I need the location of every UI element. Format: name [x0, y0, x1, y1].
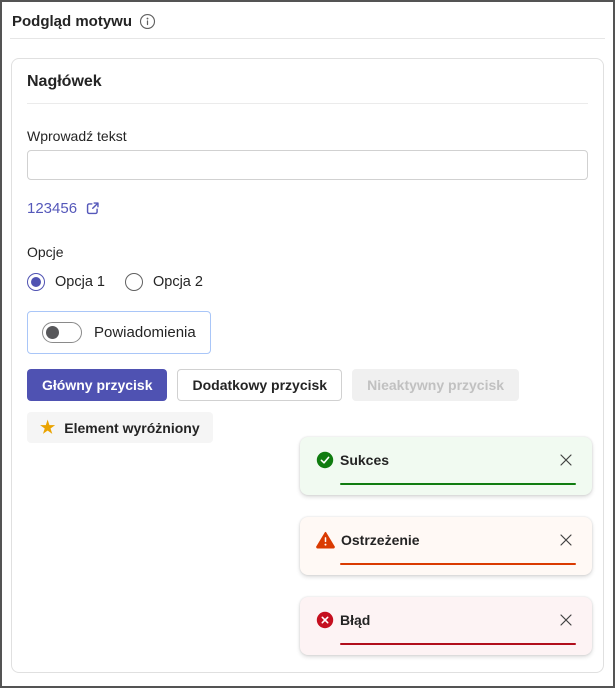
options-label: Opcje — [27, 244, 64, 260]
radio-input-selected[interactable] — [27, 273, 45, 291]
featured-label: Element wyróżniony — [64, 419, 200, 436]
button-row: Główny przycisk Dodatkowy przycisk Nieak… — [27, 369, 588, 401]
toast-warning: Ostrzeżenie — [300, 517, 592, 575]
text-input[interactable] — [27, 150, 588, 180]
radio-input-unselected[interactable] — [124, 273, 143, 291]
link-label: 123456 — [27, 200, 78, 217]
item-link[interactable]: 123456 — [27, 200, 101, 217]
radio-dot — [31, 277, 41, 287]
warning-icon — [316, 531, 335, 549]
toast-stack: Sukces Ostrzeżenie Błąd — [300, 437, 592, 655]
toast-title: Ostrzeżenie — [341, 532, 420, 548]
toast-error: Błąd — [300, 597, 592, 655]
primary-button[interactable]: Główny przycisk — [27, 369, 168, 401]
close-icon[interactable] — [556, 530, 576, 550]
radio-option-1[interactable]: Opcja 1 — [27, 273, 105, 291]
toggle-knob — [46, 326, 59, 339]
success-icon — [316, 451, 334, 469]
info-icon[interactable] — [139, 13, 156, 30]
panel-header: Podgląd motywu — [10, 2, 605, 39]
toast-accent-underline — [340, 563, 576, 565]
page-title: Podgląd motywu — [12, 13, 132, 30]
radio-label: Opcja 2 — [152, 274, 203, 290]
disabled-button: Nieaktywny przycisk — [352, 369, 520, 401]
toggle-label: Powiadomienia — [94, 324, 196, 341]
toast-accent-underline — [340, 483, 576, 485]
radio-option-2[interactable]: Opcja 2 — [124, 273, 203, 291]
toggle-switch[interactable] — [42, 322, 82, 343]
toast-success: Sukces — [300, 437, 592, 495]
theme-preview-panel: Podgląd motywu Nagłówek Wprowadź tekst 1… — [0, 0, 615, 688]
preview-card: Nagłówek Wprowadź tekst 123456 Opcje Opc… — [11, 58, 604, 673]
error-icon — [316, 611, 334, 629]
notifications-toggle-group: Powiadomienia — [27, 311, 211, 354]
radio-label: Opcja 1 — [55, 274, 105, 290]
text-field-label: Wprowadź tekst — [27, 128, 127, 144]
close-icon[interactable] — [556, 610, 576, 630]
toast-accent-underline — [340, 643, 576, 645]
toast-title: Błąd — [340, 612, 371, 628]
secondary-button[interactable]: Dodatkowy przycisk — [177, 369, 343, 401]
radio-group: Opcja 1 Opcja 2 — [27, 273, 588, 291]
star-icon: ★ — [40, 418, 56, 437]
external-link-icon — [84, 200, 101, 217]
close-icon[interactable] — [556, 450, 576, 470]
featured-item[interactable]: ★ Element wyróżniony — [27, 412, 213, 443]
section-heading: Nagłówek — [27, 73, 588, 104]
toast-title: Sukces — [340, 452, 390, 468]
